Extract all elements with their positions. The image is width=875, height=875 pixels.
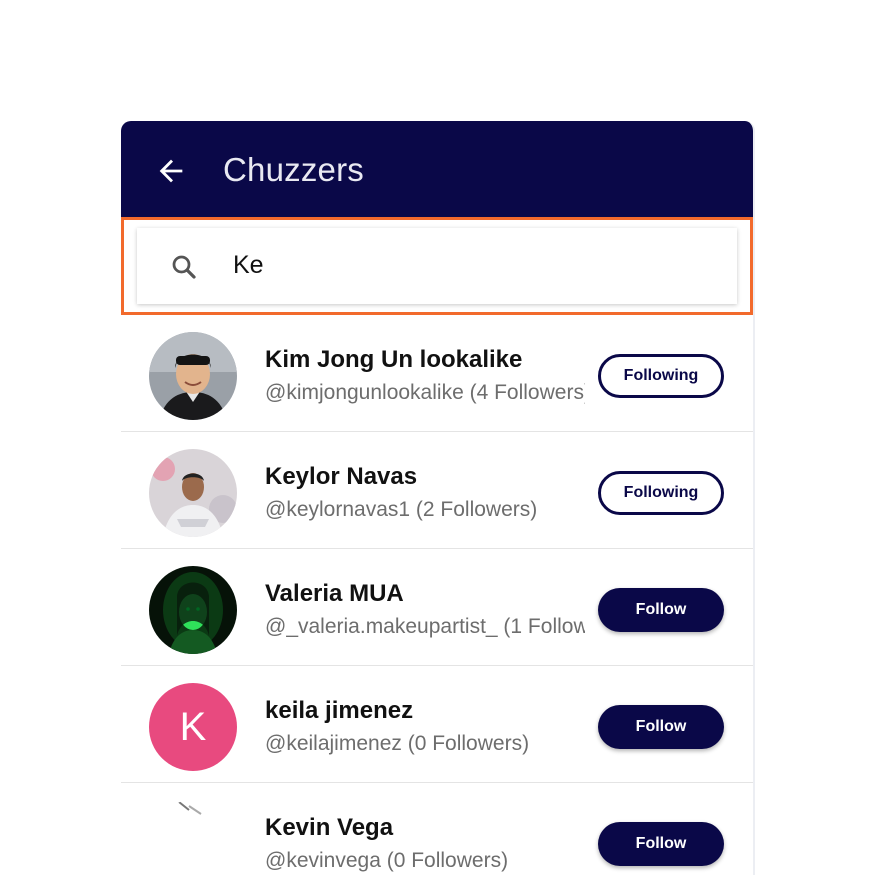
avatar[interactable] (149, 332, 237, 420)
follow-button[interactable]: Follow (598, 705, 724, 749)
app-bar: Chuzzers (121, 121, 753, 217)
arrow-left-icon (159, 159, 183, 183)
list-item[interactable]: Valeria MUA @_valeria.makeupartist_ (1 F… (121, 549, 753, 666)
avatar-initial: K (179, 704, 207, 749)
user-handle: @keilajimenez (0 Followers) (265, 732, 530, 755)
user-handle: @_valeria.makeupartist_ (1 Followers) (265, 615, 585, 638)
user-name: Valeria MUA (265, 580, 404, 607)
user-handle: @kevinvega (0 Followers) (265, 849, 509, 872)
user-name: keila jimenez (265, 697, 414, 724)
user-name: Keylor Navas (265, 463, 418, 490)
search-bar[interactable] (137, 228, 737, 304)
user-name: Kim Jong Un lookalike (265, 346, 523, 373)
user-list: Kim Jong Un lookalike @kimjongunlookalik… (121, 315, 753, 875)
avatar[interactable] (149, 800, 237, 875)
avatar[interactable] (149, 566, 237, 654)
following-button[interactable]: Following (598, 471, 724, 515)
list-item[interactable]: Kevin Vega @kevinvega (0 Followers) Foll… (121, 783, 753, 875)
user-handle: @kimjongunlookalike (4 Followers) (265, 381, 585, 404)
avatar[interactable]: K (149, 683, 237, 771)
user-name: Kevin Vega (265, 814, 394, 841)
avatar[interactable] (149, 449, 237, 537)
follow-button[interactable]: Follow (598, 822, 724, 866)
user-handle: @keylornavas1 (2 Followers) (265, 498, 538, 521)
list-item[interactable]: Kim Jong Un lookalike @kimjongunlookalik… (121, 315, 753, 432)
page-title: Chuzzers (223, 151, 364, 188)
search-highlight (121, 217, 753, 315)
follow-button[interactable]: Follow (598, 588, 724, 632)
search-input[interactable] (233, 244, 713, 286)
search-icon (172, 255, 196, 279)
back-button[interactable] (151, 151, 191, 191)
list-item[interactable]: K keila jimenez @keilajimenez (0 Followe… (121, 666, 753, 783)
following-button[interactable]: Following (598, 354, 724, 398)
list-item[interactable]: Keylor Navas @keylornavas1 (2 Followers)… (121, 432, 753, 549)
chuzzers-screen: Chuzzers Ke Kim Jong Un lookalike @kimjo… (121, 121, 755, 875)
